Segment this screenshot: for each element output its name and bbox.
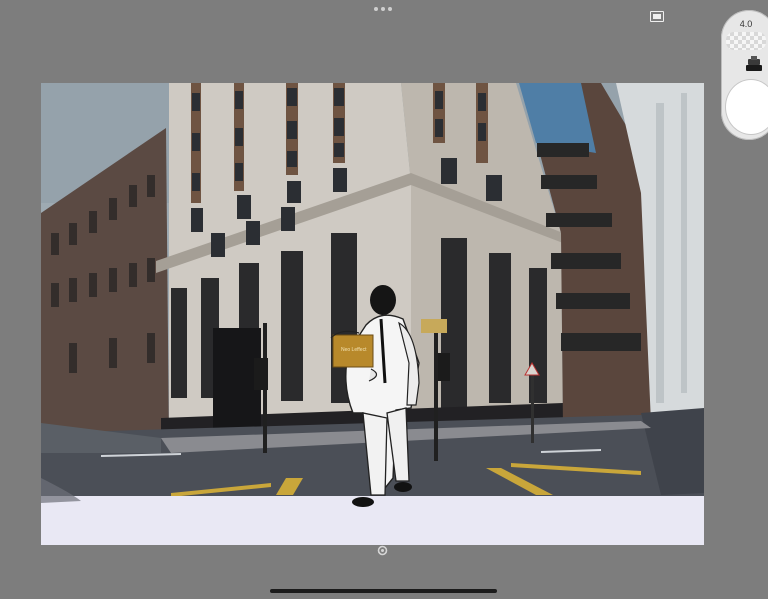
fullscreen-icon[interactable] xyxy=(650,11,664,22)
brush-tip-icon xyxy=(746,56,762,71)
brush-sidebar: 4.0 xyxy=(721,10,768,140)
more-dot xyxy=(381,7,385,11)
more-dot xyxy=(374,7,378,11)
home-indicator[interactable] xyxy=(270,589,497,593)
doorway xyxy=(213,328,261,443)
opacity-slider[interactable] xyxy=(726,80,768,134)
brush-size-value: 4.0 xyxy=(739,19,753,29)
more-dot xyxy=(388,7,392,11)
canvas-rotate-handle-icon[interactable] xyxy=(377,545,388,556)
more-options-icon[interactable] xyxy=(372,4,394,14)
canvas-artwork: Neo Leffect xyxy=(41,83,704,545)
drawing-canvas[interactable]: Neo Leffect xyxy=(41,83,704,545)
box-label: Neo Leffect xyxy=(341,347,367,353)
